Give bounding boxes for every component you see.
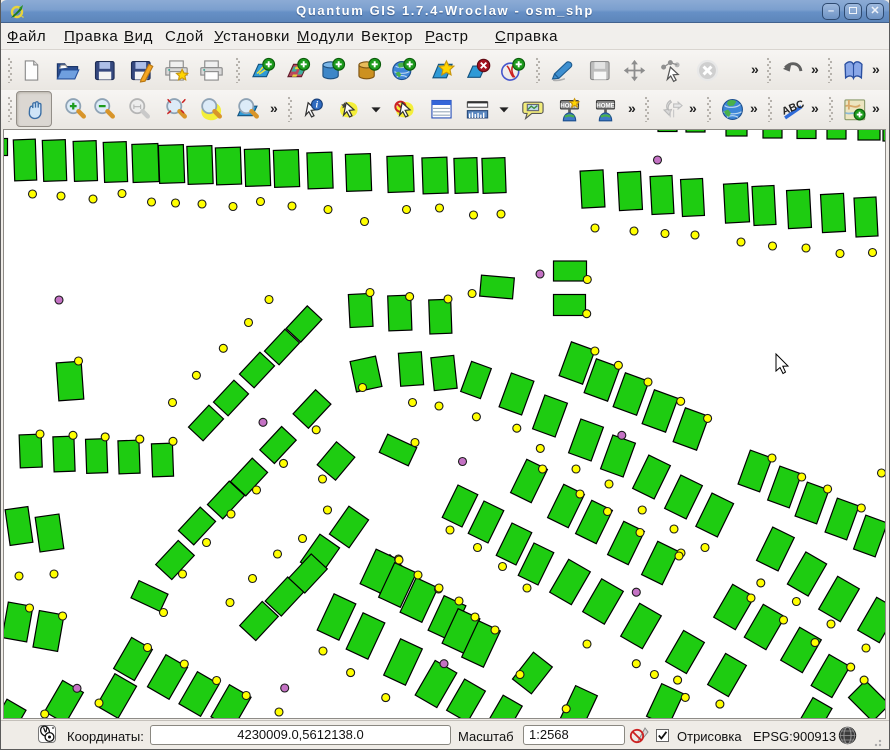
- svg-text:HOME: HOME: [596, 103, 614, 109]
- svg-text:ABC: ABC: [780, 97, 806, 117]
